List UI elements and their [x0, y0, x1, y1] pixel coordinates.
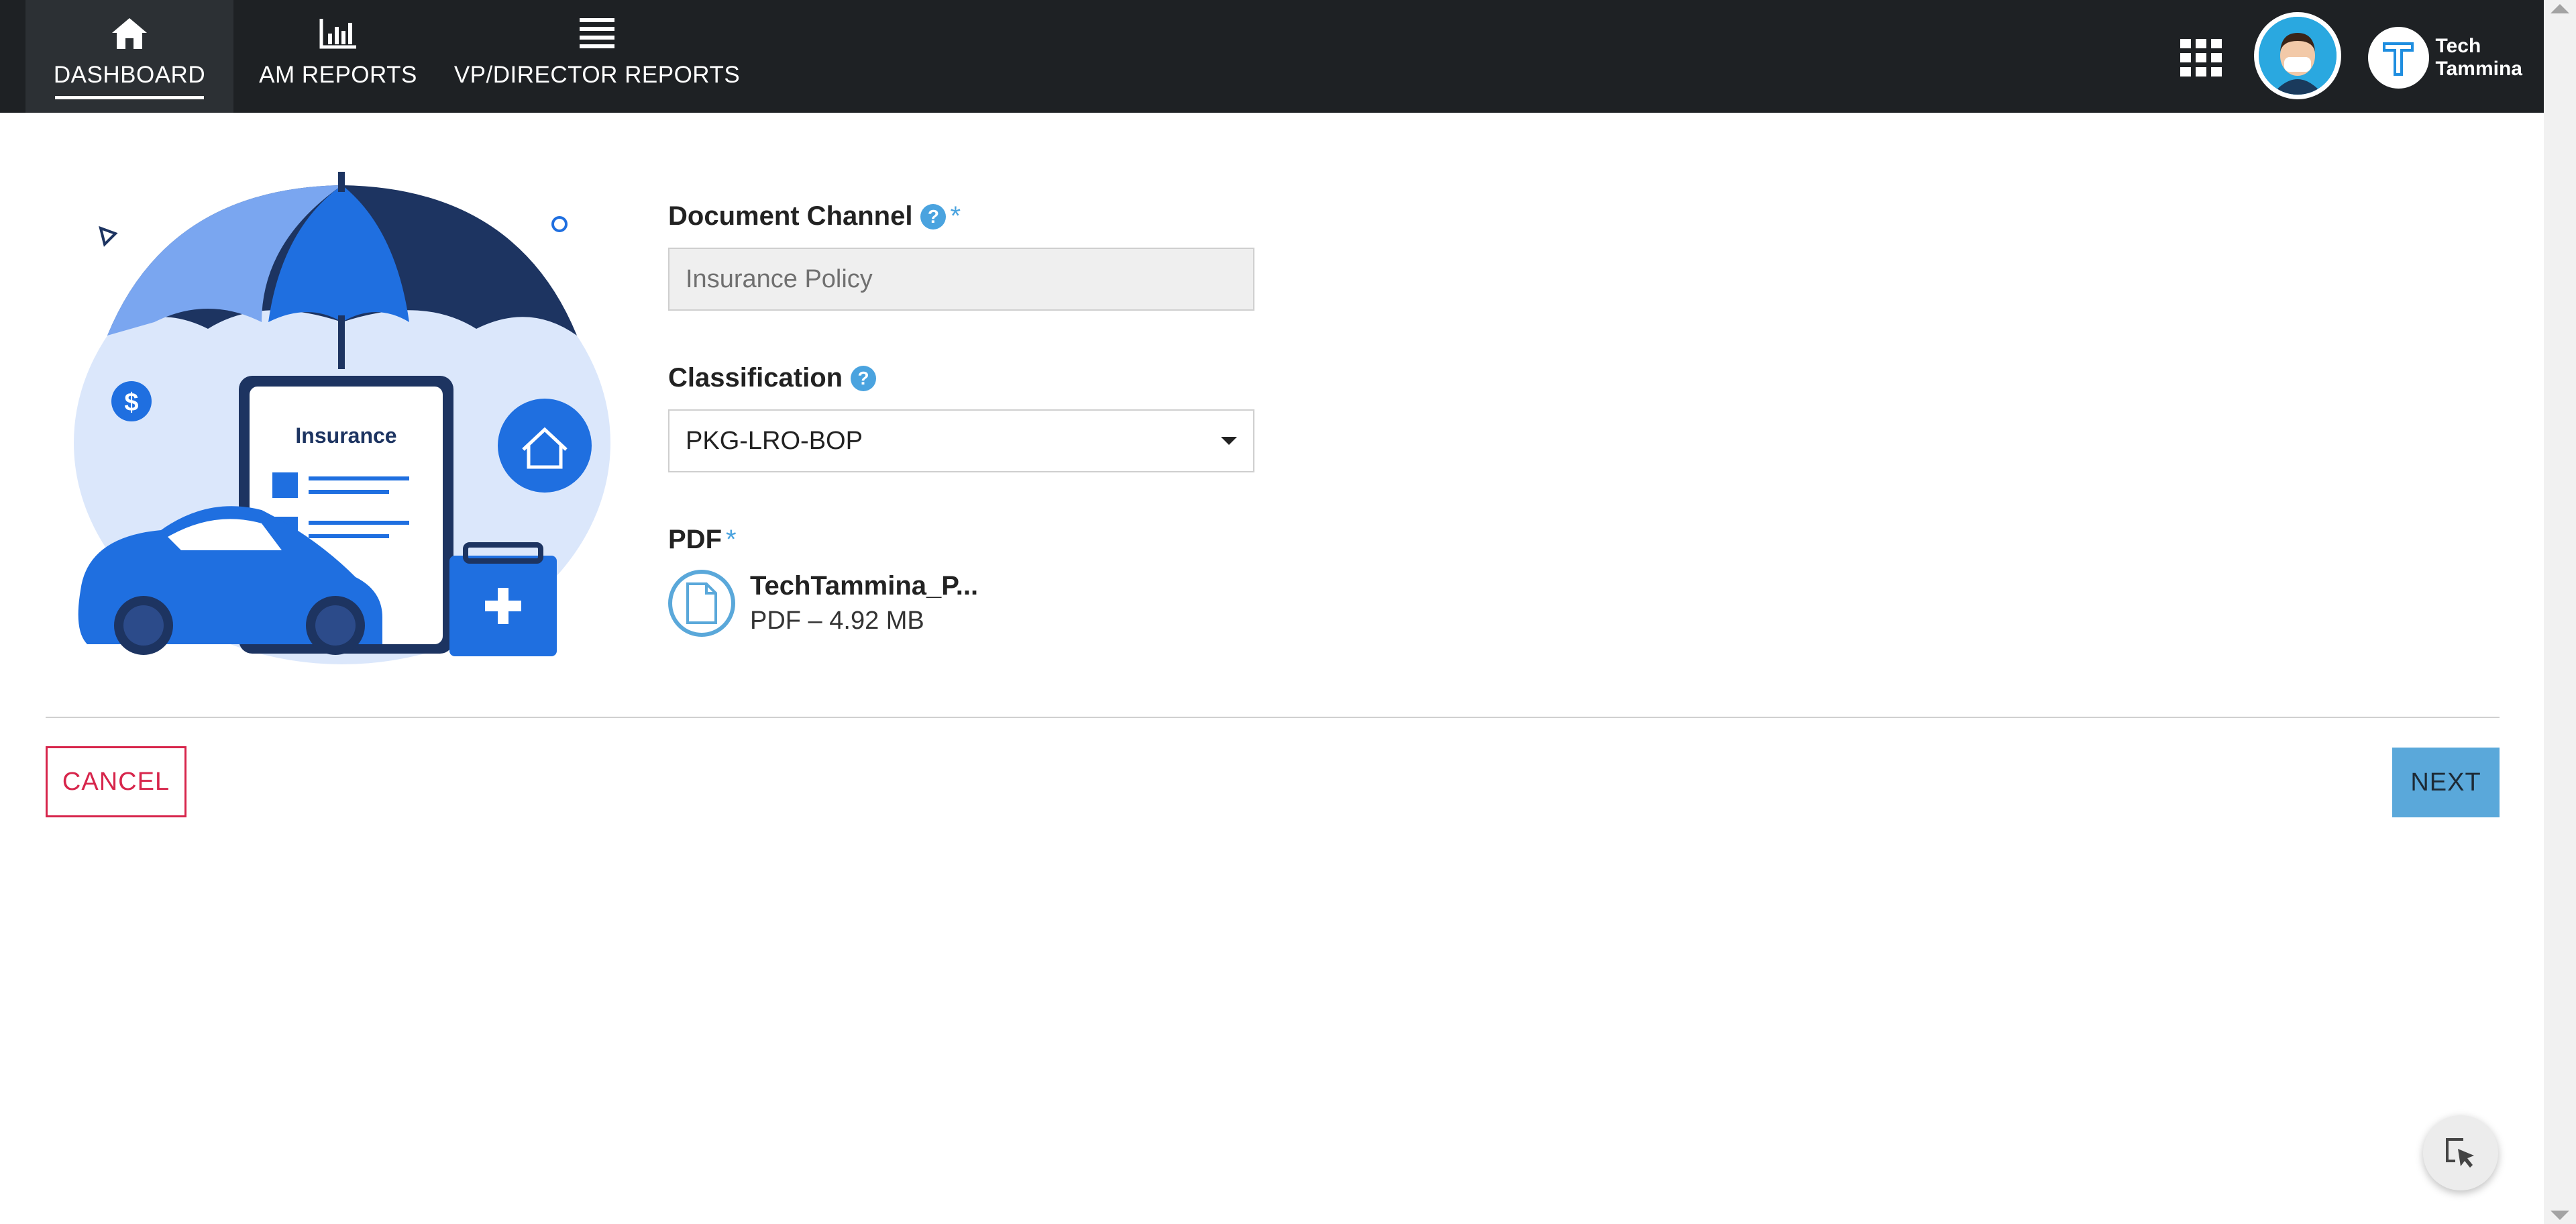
brand-text: Tech Tammina: [2436, 35, 2522, 81]
divider: [46, 717, 2500, 718]
document-channel-input[interactable]: [668, 248, 1254, 311]
active-tab-underline: [55, 96, 204, 99]
file-info: TechTammina_P... PDF – 4.92 MB: [750, 571, 978, 635]
brand-line2: Tammina: [2435, 58, 2522, 80]
help-icon[interactable]: ?: [851, 365, 877, 391]
classification-selected-value: PKG-LRO-BOP: [686, 426, 863, 455]
vertical-scrollbar[interactable]: [2544, 0, 2576, 1224]
home-icon: [109, 15, 150, 52]
feedback-cursor-icon[interactable]: [2423, 1115, 2498, 1190]
file-name: TechTammina_P...: [750, 571, 979, 601]
classification-label: Classification ?: [668, 363, 1258, 393]
classification-select[interactable]: PKG-LRO-BOP: [668, 409, 1254, 472]
file-meta: PDF – 4.92 MB: [750, 607, 924, 635]
top-nav-bar: DASHBOARD AM REPORTS VP/DIRECTOR REPORTS: [0, 0, 2544, 113]
required-asterisk: *: [950, 201, 961, 231]
brand-mark-icon: [2368, 27, 2429, 89]
nav-dashboard-label: DASHBOARD: [53, 62, 206, 88]
pdf-label-text: PDF: [668, 525, 722, 554]
file-icon: [668, 570, 735, 637]
nav-dashboard[interactable]: DASHBOARD: [25, 0, 233, 113]
svg-text:$: $: [124, 389, 138, 417]
next-button[interactable]: NEXT: [2392, 748, 2500, 817]
brand-line1: Tech: [2435, 35, 2481, 57]
pdf-label: PDF *: [668, 525, 1258, 555]
list-icon: [577, 15, 617, 52]
nav-vp-director-reports[interactable]: VP/DIRECTOR REPORTS: [453, 0, 741, 113]
document-channel-label-text: Document Channel: [668, 201, 913, 231]
nav-am-reports[interactable]: AM REPORTS: [258, 0, 419, 113]
insurance-illustration: $ Insurance: [60, 161, 624, 684]
avatar-image: [2259, 17, 2337, 95]
scroll-down-arrow-icon[interactable]: [2551, 1211, 2569, 1220]
document-channel-label: Document Channel ? *: [668, 201, 1258, 232]
chevron-down-icon: [1221, 437, 1237, 445]
user-avatar[interactable]: [2254, 12, 2341, 99]
uploaded-file[interactable]: TechTammina_P... PDF – 4.92 MB: [668, 570, 1258, 637]
classification-label-text: Classification: [668, 363, 843, 393]
nav-vp-director-reports-label: VP/DIRECTOR REPORTS: [453, 62, 741, 88]
apps-grid-icon[interactable]: [2180, 39, 2222, 76]
document-form: Document Channel ? * Classification ? PK…: [668, 201, 1258, 637]
help-icon[interactable]: ?: [920, 203, 947, 230]
bar-chart-icon: [318, 15, 358, 52]
scroll-up-arrow-icon[interactable]: [2551, 4, 2569, 13]
tech-tammina-logo[interactable]: Tech Tammina: [2368, 24, 2522, 91]
cancel-button[interactable]: CANCEL: [46, 746, 186, 817]
illustration-card-title: Insurance: [295, 423, 396, 448]
nav-am-reports-label: AM REPORTS: [259, 62, 417, 88]
required-asterisk: *: [726, 525, 737, 554]
